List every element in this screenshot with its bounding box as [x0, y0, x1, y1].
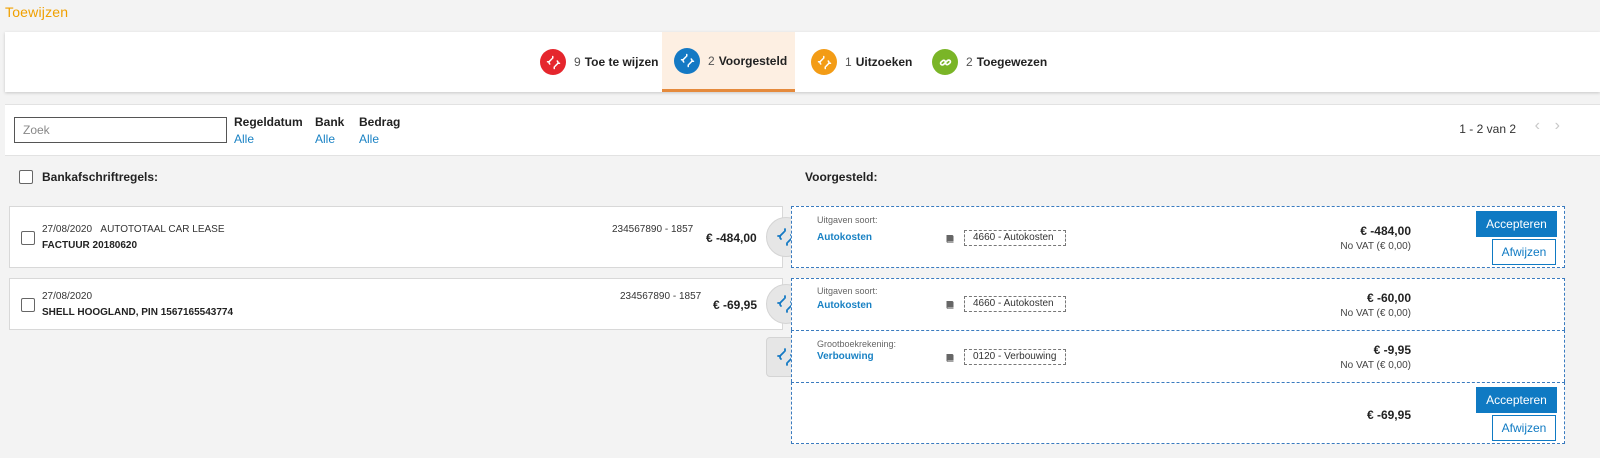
tab-toe-te-wijzen[interactable]: 9 Toe te wijzen: [535, 32, 663, 92]
tab-label: Toegewezen: [976, 55, 1048, 69]
suggestion-category-link[interactable]: Autokosten: [817, 300, 872, 311]
bank-line-amount: € -69,95: [713, 298, 758, 312]
suggestion-card: Grootboekrekening: Verbouwing 0120 - Ver…: [791, 330, 1565, 382]
accept-button[interactable]: Accepteren: [1476, 387, 1557, 413]
suggestion-card: Uitgaven soort: Autokosten 4660 - Autoko…: [791, 206, 1565, 268]
suggestion-caption: Uitgaven soort:: [817, 215, 878, 225]
suggestion-amount: € -484,00: [1360, 224, 1411, 238]
suggestions-title: Voorgesteld:: [805, 170, 878, 184]
row-checkbox[interactable]: [21, 298, 35, 312]
bank-lines-title: Bankafschriftregels:: [42, 170, 159, 184]
tab-count: 2: [708, 53, 715, 68]
ledger-account-select[interactable]: 4660 - Autokosten: [964, 296, 1066, 312]
filter-bank[interactable]: Bank Alle: [315, 115, 344, 146]
bank-line-amount: € -484,00: [706, 231, 757, 245]
tab-count: 9: [574, 55, 581, 69]
broken-link-icon: [540, 49, 566, 75]
bank-line-account: 234567890 - 1857: [612, 224, 694, 235]
bank-line-info: 27/08/2020 AUTOTOTAAL CAR LEASE: [42, 224, 225, 235]
suggestion-caption: Uitgaven soort:: [817, 286, 878, 296]
status-tabs: 9 Toe te wijzen 2 Voorgesteld 1 Uitzoeke…: [5, 32, 1600, 92]
bank-line-description: SHELL HOOGLAND, PIN 1567165543774: [42, 307, 234, 318]
tab-count: 1: [845, 55, 852, 69]
broken-link-icon: [811, 49, 837, 75]
select-all-checkbox[interactable]: [19, 170, 33, 184]
filter-label: Bank: [315, 115, 345, 129]
chevron-left-icon[interactable]: ‹: [1535, 117, 1540, 135]
suggestion-total-amount: € -69,95: [1366, 408, 1411, 422]
bank-line-description: FACTUUR 20180620: [42, 240, 138, 251]
tab-label: Uitzoeken: [855, 55, 913, 69]
tab-toegewezen[interactable]: 2 Toegewezen: [927, 32, 1052, 92]
bank-line-row[interactable]: 27/08/2020 SHELL HOOGLAND, PIN 156716554…: [9, 278, 783, 330]
suggestion-vat: No VAT (€ 0,00): [1340, 308, 1411, 319]
bank-line-date: 27/08/2020: [42, 291, 93, 302]
reject-button[interactable]: Afwijzen: [1492, 415, 1556, 441]
suggestion-total-card: € -69,95 Accepteren Afwijzen: [791, 382, 1565, 444]
reject-button[interactable]: Afwijzen: [1492, 239, 1556, 265]
filter-value[interactable]: Alle: [315, 132, 344, 146]
bank-lines-header: Bankafschriftregels:: [19, 170, 158, 184]
suggestion-category-link[interactable]: Autokosten: [817, 232, 872, 243]
book-icon: [946, 301, 954, 309]
suggestion-caption: Grootboekrekening:: [817, 339, 897, 349]
suggestion-amount: € -9,95: [1373, 343, 1411, 357]
filter-value[interactable]: Alle: [234, 132, 303, 146]
suggestion-card: Uitgaven soort: Autokosten 4660 - Autoko…: [791, 278, 1565, 330]
filter-label: Bedrag: [359, 115, 401, 129]
broken-link-icon: [674, 47, 700, 74]
chevron-right-icon[interactable]: ›: [1555, 117, 1560, 135]
ledger-account-select[interactable]: 4660 - Autokosten: [964, 230, 1066, 246]
suggestion-category-link[interactable]: Verbouwing: [817, 351, 874, 362]
bank-line-row[interactable]: 27/08/2020 AUTOTOTAAL CAR LEASE FACTUUR …: [9, 206, 783, 268]
filter-regeldatum[interactable]: Regeldatum Alle: [234, 115, 303, 146]
bank-line-party: AUTOTOTAAL CAR LEASE: [100, 224, 225, 235]
tab-voorgesteld[interactable]: 2 Voorgesteld: [662, 32, 795, 92]
filter-bedrag[interactable]: Bedrag Alle: [359, 115, 400, 146]
pagination-text: 1 - 2 van 2: [1459, 122, 1516, 136]
filter-value[interactable]: Alle: [359, 132, 400, 146]
book-icon: [946, 354, 954, 362]
page-title: Toewijzen: [5, 4, 69, 20]
tab-uitzoeken[interactable]: 1 Uitzoeken: [806, 32, 917, 92]
suggestion-vat: No VAT (€ 0,00): [1340, 241, 1411, 252]
suggestion-vat: No VAT (€ 0,00): [1340, 360, 1411, 371]
link-icon: [932, 49, 958, 75]
filter-bar: Regeldatum Alle Bank Alle Bedrag Alle 1 …: [5, 104, 1600, 156]
row-checkbox[interactable]: [21, 231, 35, 245]
bank-line-date: 27/08/2020: [42, 224, 93, 235]
book-icon: [946, 235, 954, 243]
bank-line-account: 234567890 - 1857: [620, 291, 702, 302]
tab-label: Voorgesteld: [718, 53, 788, 68]
search-input[interactable]: [14, 117, 227, 143]
filter-label: Regeldatum: [234, 115, 303, 129]
tab-count: 2: [966, 55, 973, 69]
suggestion-amount: € -60,00: [1366, 291, 1411, 305]
ledger-account-select[interactable]: 0120 - Verbouwing: [964, 349, 1066, 365]
tab-label: Toe te wijzen: [584, 55, 659, 69]
accept-button[interactable]: Accepteren: [1476, 211, 1557, 237]
